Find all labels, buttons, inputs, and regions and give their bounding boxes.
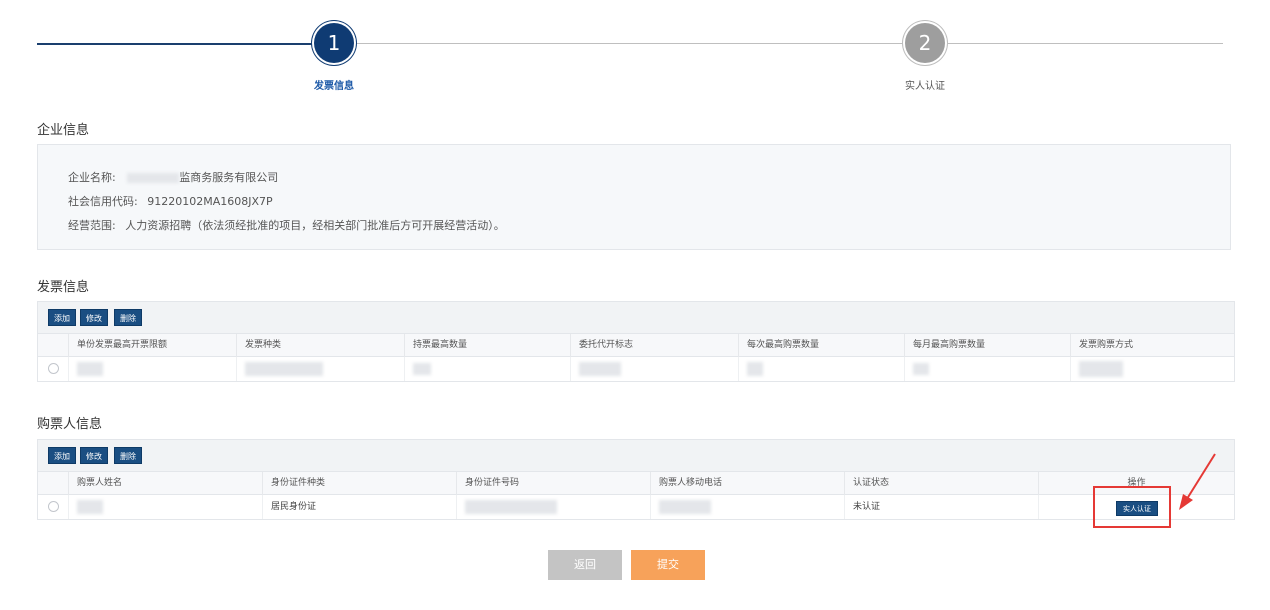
buyer-cell-id-type: 居民身份证	[262, 495, 456, 519]
company-section-title: 企业信息	[37, 123, 90, 138]
back-button[interactable]: 返回	[548, 550, 622, 580]
credit-code-label: 社会信用代码:	[68, 195, 138, 208]
business-scope-value: 人力资源招聘（依法须经批准的项目，经相关部门批准后方可开展经营活动）。	[125, 219, 505, 232]
buyer-table-header: 购票人姓名 身份证件种类 身份证件号码 购票人移动电话 认证状态 操作	[38, 472, 1234, 495]
buyer-cell-status: 未认证	[844, 495, 1038, 519]
buyer-cell-name	[68, 495, 262, 519]
annotation-highlight-box	[1093, 486, 1171, 528]
invoice-row-radio[interactable]	[48, 363, 59, 374]
credit-code-row: 社会信用代码: 91220102MA1608JX7P	[68, 193, 273, 209]
invoice-delete-button[interactable]: 删除	[114, 309, 142, 326]
invoice-table-header: 单份发票最高开票限额 发票种类 持票最高数量 委托代开标志 每次最高购票数量 每…	[38, 334, 1234, 357]
stepper-line-done	[37, 43, 313, 45]
buyer-col-id-type: 身份证件种类	[262, 472, 456, 495]
invoice-col-per-month: 每月最高购票数量	[904, 334, 1070, 357]
stepper-line-pending	[355, 43, 1223, 44]
invoice-cell-per-purchase	[738, 357, 904, 381]
invoice-col-delegate: 委托代开标志	[570, 334, 738, 357]
step-1-label: 发票信息	[314, 81, 354, 92]
invoice-table: 添加 修改 删除 单份发票最高开票限额 发票种类 持票最高数量 委托代开标志 每…	[37, 301, 1235, 382]
invoice-col-max-hold: 持票最高数量	[404, 334, 570, 357]
buyer-col-status: 认证状态	[844, 472, 1038, 495]
buyer-edit-button[interactable]: 修改	[80, 447, 108, 464]
credit-code-value: 91220102MA1608JX7P	[147, 195, 273, 208]
buyer-col-id-number: 身份证件号码	[456, 472, 650, 495]
invoice-col-type: 发票种类	[236, 334, 404, 357]
buyer-delete-button[interactable]: 删除	[114, 447, 142, 464]
invoice-col-method: 发票购票方式	[1070, 334, 1234, 357]
invoice-cell-per-month	[904, 357, 1070, 381]
company-name-value: 监商务服务有限公司	[179, 171, 279, 184]
invoice-section-title: 发票信息	[37, 280, 90, 295]
invoice-cell-delegate	[570, 357, 738, 381]
table-row[interactable]	[38, 357, 1234, 381]
company-name-label: 企业名称:	[68, 171, 116, 184]
submit-button[interactable]: 提交	[631, 550, 705, 580]
business-scope-label: 经营范围:	[68, 219, 116, 232]
buyer-col-phone: 购票人移动电话	[650, 472, 844, 495]
invoice-edit-button[interactable]: 修改	[80, 309, 108, 326]
buyer-table: 添加 修改 删除 购票人姓名 身份证件种类 身份证件号码 购票人移动电话 认证状…	[37, 439, 1235, 520]
step-1-circle: 1	[314, 23, 354, 63]
invoice-col-limit: 单份发票最高开票限额	[68, 334, 236, 357]
annotation-arrow-icon	[1179, 453, 1216, 510]
progress-stepper: 1 发票信息 2 实人认证	[0, 0, 1270, 100]
invoice-toolbar: 添加 修改 删除	[38, 302, 1234, 334]
buyer-add-button[interactable]: 添加	[48, 447, 76, 464]
company-info-panel: 企业名称: 监商务服务有限公司 社会信用代码: 91220102MA1608JX…	[37, 144, 1231, 250]
buyer-col-name: 购票人姓名	[68, 472, 262, 495]
redacted-company-name	[127, 173, 180, 183]
buyer-toolbar: 添加 修改 删除	[38, 440, 1234, 472]
invoice-cell-limit	[68, 357, 236, 381]
buyer-row-radio[interactable]	[48, 501, 59, 512]
buyer-section-title: 购票人信息	[37, 417, 103, 432]
table-row[interactable]: 居民身份证 未认证 实人认证	[38, 495, 1234, 519]
buyer-cell-id-number	[456, 495, 650, 519]
step-2-circle: 2	[905, 23, 945, 63]
invoice-add-button[interactable]: 添加	[48, 309, 76, 326]
invoice-cell-method	[1070, 357, 1234, 381]
invoice-cell-max-hold	[404, 357, 570, 381]
invoice-cell-type	[236, 357, 404, 381]
company-name-row: 企业名称: 监商务服务有限公司	[68, 169, 278, 185]
buyer-cell-phone	[650, 495, 844, 519]
step-2-label: 实人认证	[905, 81, 945, 92]
invoice-col-per-purchase: 每次最高购票数量	[738, 334, 904, 357]
business-scope-row: 经营范围: 人力资源招聘（依法须经批准的项目，经相关部门批准后方可开展经营活动）…	[68, 217, 505, 233]
